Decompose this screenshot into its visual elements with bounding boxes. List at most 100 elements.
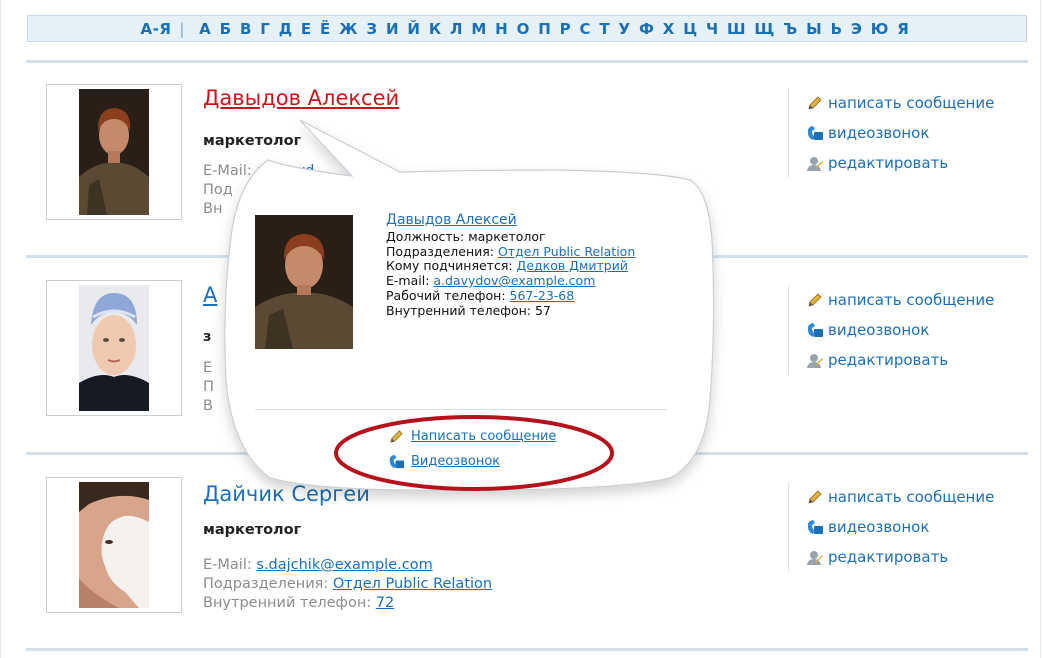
person-photo[interactable] bbox=[46, 84, 182, 220]
alphabet-letter[interactable]: Ц bbox=[683, 20, 697, 38]
department-link[interactable]: Отдел Public Relation bbox=[333, 576, 492, 592]
alphabet-letter[interactable]: Н bbox=[495, 20, 508, 38]
alphabet-letter[interactable]: Ш bbox=[727, 20, 746, 38]
alphabet-letter[interactable]: Ь bbox=[831, 20, 843, 38]
tooltip-department-row: Подразделения: Отдел Public Relation bbox=[386, 243, 636, 259]
alphabet-letter[interactable]: Я bbox=[897, 20, 909, 38]
alphabet-letter[interactable]: З bbox=[366, 20, 377, 38]
phone-label: В bbox=[203, 398, 213, 414]
person-avatar-image bbox=[79, 285, 149, 411]
pencil-icon bbox=[808, 293, 822, 307]
person-position: маркетолог bbox=[203, 133, 302, 149]
email-link[interactable]: s.dajchik@example.com bbox=[256, 557, 432, 573]
email-link[interactable]: a.davyd bbox=[256, 163, 314, 179]
department-label: Подразделения: bbox=[203, 576, 329, 592]
department-label: Под bbox=[203, 182, 233, 198]
person-contacts: E-Mail: s.dajchik@example.com Подразделе… bbox=[203, 556, 492, 613]
email-label: E-Mail: bbox=[203, 557, 252, 573]
alphabet-letter[interactable]: С bbox=[580, 20, 592, 38]
alphabet-letter[interactable]: Г bbox=[260, 20, 270, 38]
alphabet-letter[interactable]: О bbox=[517, 20, 530, 38]
alphabet-letter[interactable]: М bbox=[471, 20, 486, 38]
send-message-button[interactable]: написать сообщение bbox=[806, 482, 1028, 512]
person-avatar-image bbox=[79, 89, 149, 215]
tooltip-name-link[interactable]: Давыдов Алексей bbox=[386, 213, 671, 228]
alphabet-letter[interactable]: Б bbox=[220, 20, 232, 38]
video-phone-icon bbox=[807, 126, 823, 140]
divider bbox=[26, 60, 1028, 63]
person-actions: написать сообщение видеозвонок редактиро… bbox=[788, 88, 1028, 178]
phone-link[interactable]: 72 bbox=[376, 595, 394, 611]
send-message-button[interactable]: написать сообщение bbox=[806, 88, 1028, 118]
department-label: П bbox=[203, 379, 214, 395]
edit-user-icon bbox=[807, 551, 823, 565]
video-call-button[interactable]: видеозвонок bbox=[806, 315, 1028, 345]
person-actions: написать сообщение видеозвонок редактиро… bbox=[788, 285, 1028, 375]
person-contacts: E-Mail: a.davyd Под Вн bbox=[203, 162, 314, 219]
tooltip-divider bbox=[255, 409, 667, 410]
alphabet-letter[interactable]: Э bbox=[851, 20, 863, 38]
video-phone-icon bbox=[807, 520, 823, 534]
tooltip-manager-link[interactable]: Дедков Дмитрий bbox=[517, 258, 628, 273]
phone-label: Внутренний телефон: bbox=[203, 595, 372, 611]
alphabet-letter[interactable]: У bbox=[619, 20, 631, 38]
alphabet-letter[interactable]: Ъ bbox=[783, 20, 798, 38]
alphabet-letter[interactable]: В bbox=[240, 20, 252, 38]
person-position: маркетолог bbox=[203, 522, 302, 538]
person-name-link[interactable]: Давыдов Алексей bbox=[203, 86, 399, 110]
alphabet-letter[interactable]: Щ bbox=[754, 20, 774, 38]
tooltip-avatar-image bbox=[255, 215, 353, 349]
tooltip-email-link[interactable]: a.davydov@example.com bbox=[433, 273, 595, 288]
person-name-link[interactable]: А bbox=[203, 283, 217, 307]
highlight-ellipse bbox=[334, 415, 614, 491]
pencil-icon bbox=[808, 96, 822, 110]
alphabet-letter[interactable]: Ч bbox=[706, 20, 719, 38]
pencil-icon bbox=[808, 490, 822, 504]
person-contacts: Е П В bbox=[203, 359, 214, 416]
alphabet-filter-bar: А-Я | АБВГДЕЁЖЗИЙКЛМНОПРСТУФХЦЧШЩЪЫЬЭЮЯ bbox=[27, 15, 1027, 42]
alphabet-letter[interactable]: Д bbox=[279, 20, 293, 38]
edit-button[interactable]: редактировать bbox=[806, 345, 1028, 375]
tooltip-email-row: E-mail: a.davydov@example.com bbox=[386, 273, 596, 289]
edit-user-icon bbox=[807, 354, 823, 368]
alphabet-letters: АБВГДЕЁЖЗИЙКЛМНОПРСТУФХЦЧШЩЪЫЬЭЮЯ bbox=[195, 20, 914, 38]
alphabet-letter[interactable]: Ж bbox=[339, 20, 358, 38]
video-call-button[interactable]: видеозвонок bbox=[806, 512, 1028, 542]
person-photo[interactable] bbox=[46, 477, 182, 613]
video-call-button[interactable]: видеозвонок bbox=[806, 118, 1028, 148]
tooltip-department-link[interactable]: Отдел Public Relation bbox=[498, 244, 635, 259]
edit-button[interactable]: редактировать bbox=[806, 542, 1028, 572]
tooltip-work-phone-link[interactable]: 567-23-68 bbox=[510, 288, 575, 303]
alphabet-letter[interactable]: А bbox=[199, 20, 211, 38]
divider bbox=[26, 648, 1028, 651]
alphabet-separator: | bbox=[179, 19, 185, 38]
person-actions: написать сообщение видеозвонок редактиро… bbox=[788, 482, 1028, 572]
alphabet-letter[interactable]: Е bbox=[301, 20, 312, 38]
tooltip-details: Давыдов Алексей Должность: маркетолог По… bbox=[386, 213, 671, 319]
tooltip-manager-row: Кому подчиняется: Дедков Дмитрий bbox=[386, 258, 628, 274]
edit-user-icon bbox=[807, 157, 823, 171]
alphabet-letter[interactable]: К bbox=[429, 20, 442, 38]
person-avatar-image bbox=[79, 482, 149, 608]
alphabet-letter[interactable]: Ф bbox=[639, 20, 654, 38]
alphabet-letter[interactable]: П bbox=[538, 20, 551, 38]
alphabet-letter[interactable]: Р bbox=[560, 20, 572, 38]
alphabet-letter[interactable]: Л bbox=[450, 20, 463, 38]
alphabet-letter[interactable]: Ё bbox=[320, 20, 331, 38]
alphabet-letter[interactable]: Т bbox=[599, 20, 610, 38]
send-message-button[interactable]: написать сообщение bbox=[806, 285, 1028, 315]
video-phone-icon bbox=[807, 323, 823, 337]
tooltip-internal-phone-row: Внутренний телефон: 57 bbox=[386, 302, 551, 318]
tooltip-work-phone-row: Рабочий телефон: 567-23-68 bbox=[386, 287, 575, 303]
person-photo[interactable] bbox=[46, 280, 182, 416]
alphabet-all[interactable]: А-Я bbox=[141, 20, 172, 38]
person-position: з bbox=[203, 329, 212, 345]
alphabet-letter[interactable]: Й bbox=[407, 20, 420, 38]
edit-button[interactable]: редактировать bbox=[806, 148, 1028, 178]
tooltip-position-row: Должность: маркетолог bbox=[386, 228, 546, 244]
alphabet-letter[interactable]: Ю bbox=[871, 20, 889, 38]
alphabet-letter[interactable]: Х bbox=[663, 20, 675, 38]
alphabet-letter[interactable]: Ы bbox=[806, 20, 822, 38]
alphabet-letter[interactable]: И bbox=[386, 20, 399, 38]
email-label: Е bbox=[203, 360, 213, 376]
